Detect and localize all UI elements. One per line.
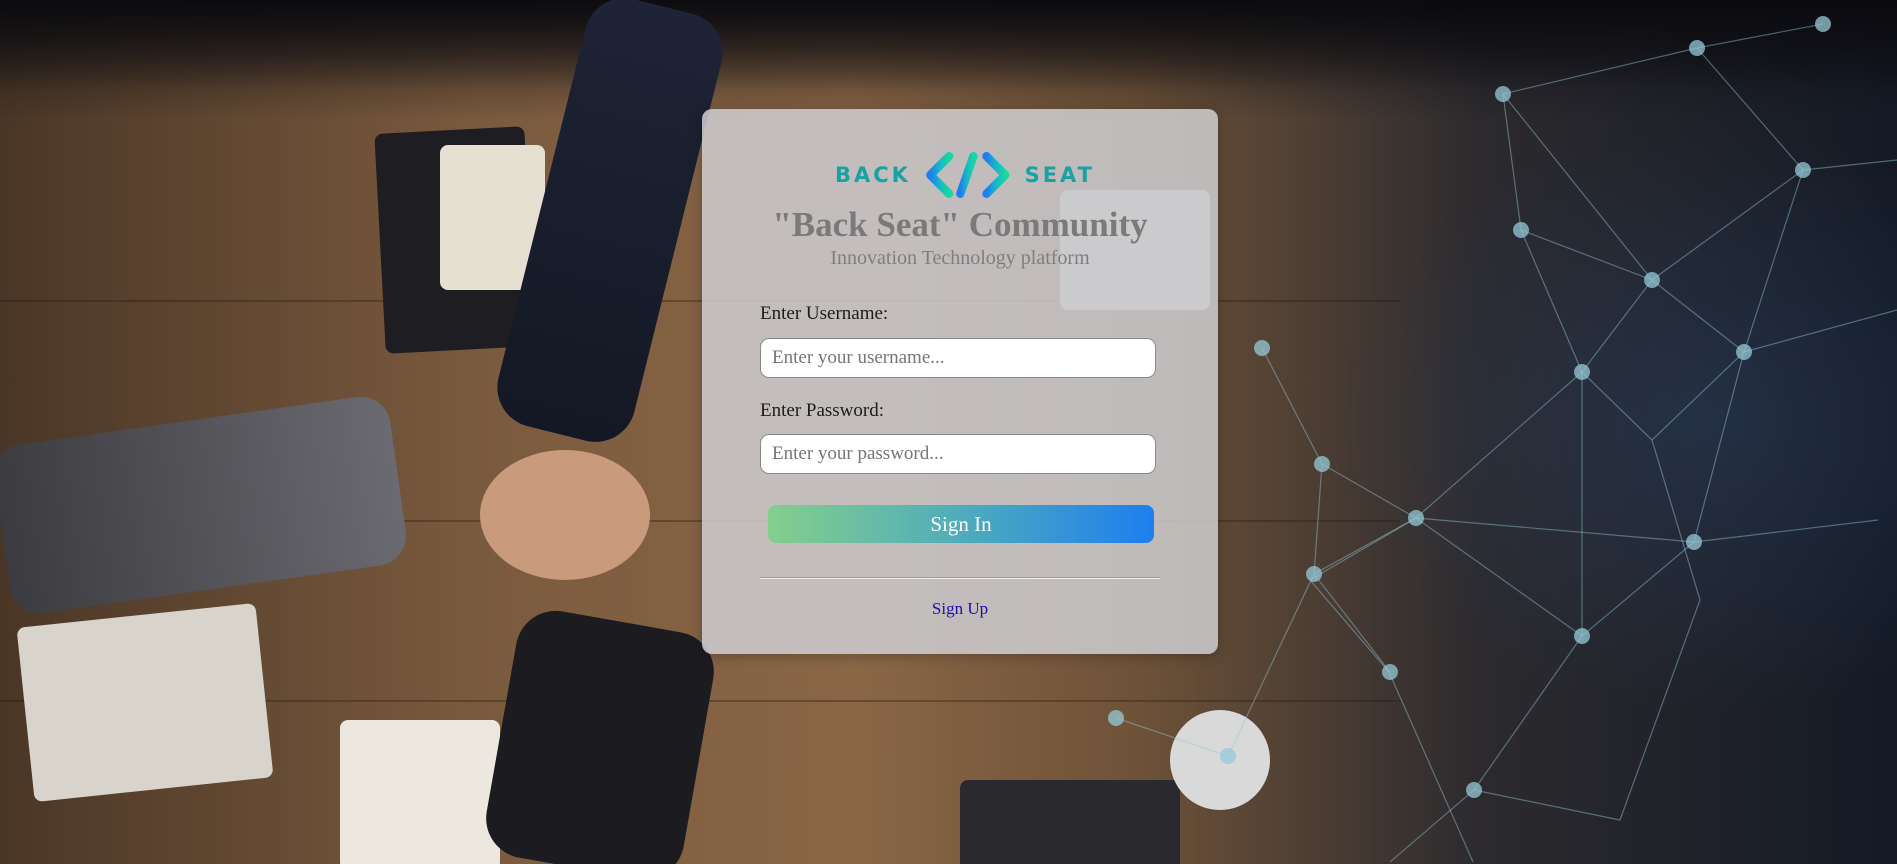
sign-in-button[interactable]: Sign In xyxy=(768,505,1154,543)
password-label: Enter Password: xyxy=(760,400,885,421)
logo-text-right: SEAT xyxy=(1024,163,1095,187)
sign-up-link[interactable]: Sign Up xyxy=(702,599,1218,619)
divider xyxy=(760,577,1160,579)
logo-text-left: BACK xyxy=(835,163,911,187)
username-label: Enter Username: xyxy=(760,303,889,324)
back-seat-logo: BACK SEAT xyxy=(835,149,1095,201)
code-brackets-icon xyxy=(926,152,1010,198)
page-subtitle: Innovation Technology platform xyxy=(830,247,1090,269)
page-title: "Back Seat" Community xyxy=(772,205,1148,244)
password-input[interactable] xyxy=(760,434,1156,474)
login-card: BACK SEAT "Back Seat" Community Innovati… xyxy=(702,109,1218,654)
username-input[interactable] xyxy=(760,338,1156,378)
